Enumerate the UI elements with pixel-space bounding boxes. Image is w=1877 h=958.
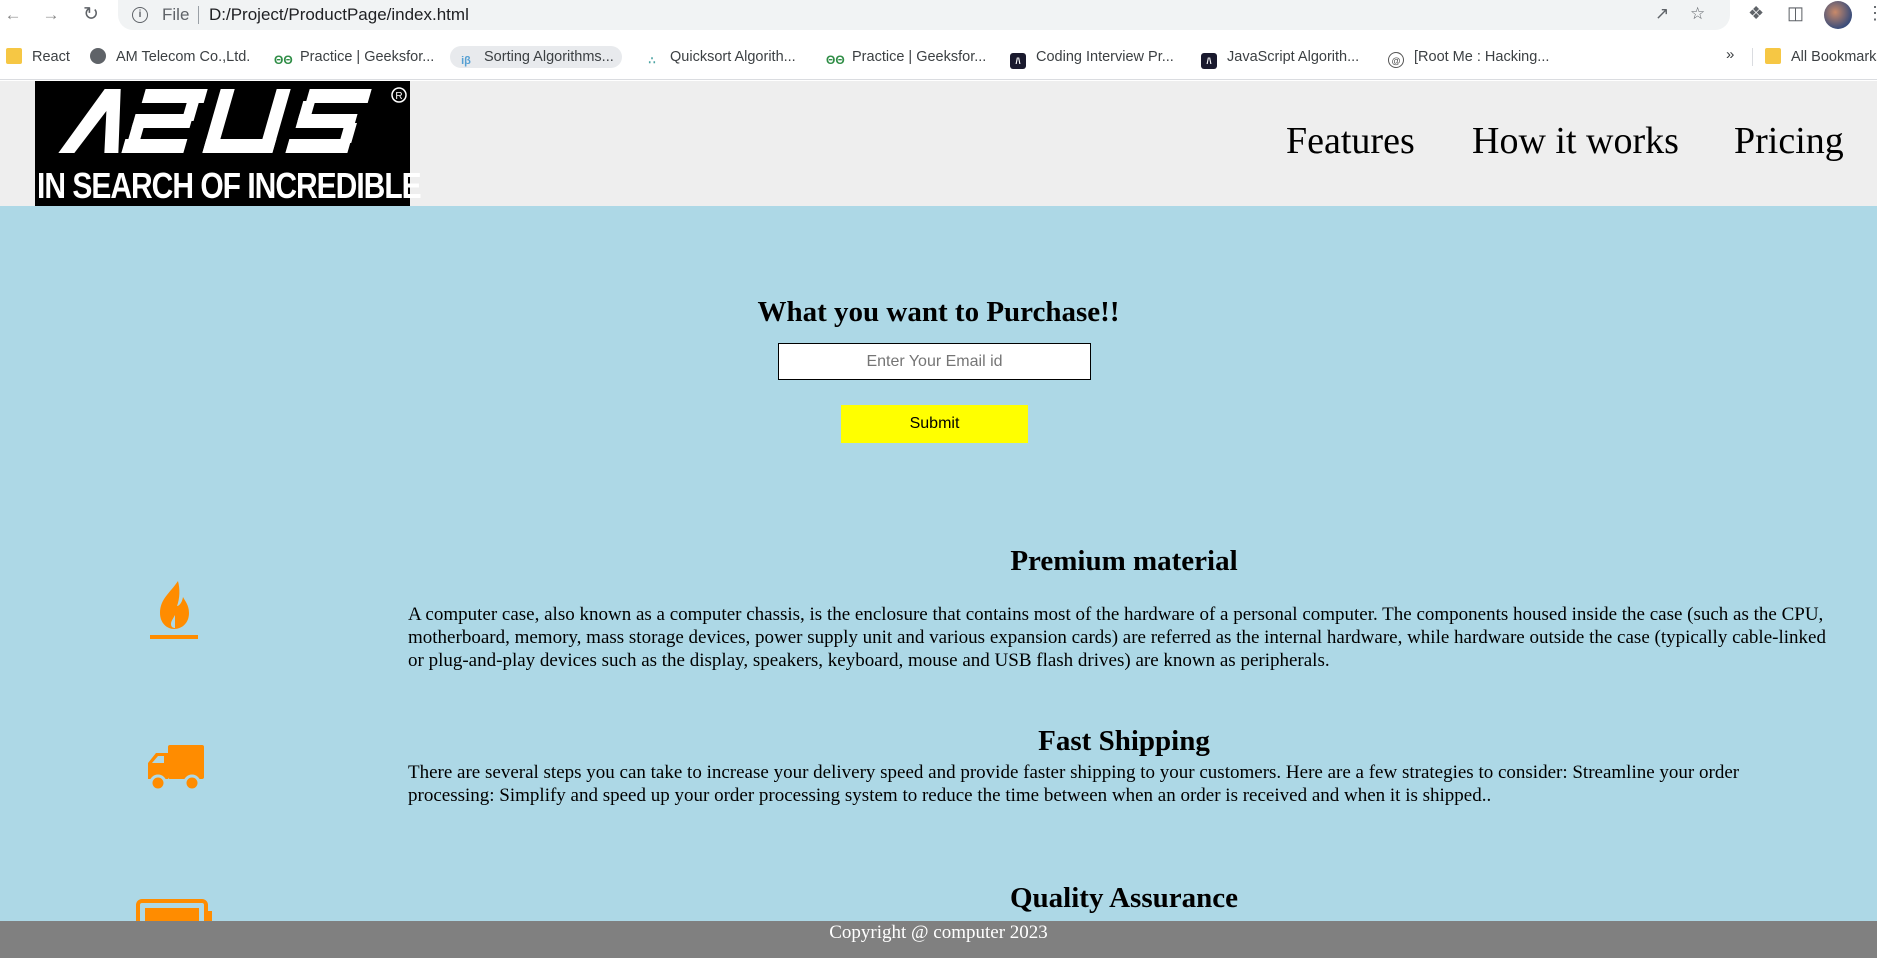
bookmark-label: Practice | Geeksfor... [300, 49, 435, 65]
copyright-text: Copyright @ computer 2023 [829, 922, 1048, 943]
geeksforgeeks-icon: ΘΘ [826, 53, 845, 67]
bookmark-item[interactable]: ∴ Quicksort Algorith... [644, 46, 796, 68]
bookmark-item[interactable]: ΘΘ Practice | Geeksfor... [826, 46, 986, 68]
back-icon[interactable]: ← [2, 4, 24, 26]
address-separator [198, 6, 199, 24]
bookmarks-divider [1752, 48, 1753, 66]
address-bar[interactable]: i File D:/Project/ProductPage/index.html… [118, 0, 1730, 30]
all-bookmarks-button[interactable]: All Bookmarks [1765, 46, 1877, 68]
feature-description: There are several steps you can take to … [408, 762, 1740, 806]
forward-icon[interactable]: → [40, 4, 62, 26]
bookmarks-bar: React AM Telecom Co.,Ltd. ΘΘ Practice | G… [0, 30, 1877, 80]
bookmark-item[interactable]: /\ JavaScript Algorith... [1201, 46, 1360, 69]
page-content: R IN SEARCH OF INCREDIBLE Features How i… [0, 81, 1877, 958]
codinginterview-icon: /\ [1010, 53, 1026, 69]
reload-icon[interactable]: ↻ [80, 4, 102, 26]
nav-link-features[interactable]: Features [1286, 119, 1415, 163]
asus-logo: R IN SEARCH OF INCREDIBLE [35, 81, 422, 207]
svg-text:R: R [395, 91, 402, 102]
bookmark-label: [Root Me : Hacking... [1414, 49, 1550, 65]
site-info-icon[interactable]: i [132, 7, 148, 23]
bookmark-item[interactable]: AM Telecom Co.,Ltd. [90, 46, 250, 68]
address-url[interactable]: D:/Project/ProductPage/index.html [209, 5, 469, 25]
sort-icon: ∴ [648, 55, 656, 67]
fire-icon [150, 581, 198, 639]
bookmark-star-icon[interactable]: ☆ [1690, 4, 1705, 24]
browser-menu-icon[interactable]: ⋮ [1866, 3, 1877, 24]
rootme-icon: @ [1388, 52, 1404, 68]
address-scheme-label: File [162, 5, 190, 24]
site-footer: Copyright @ computer 2023 [0, 921, 1877, 958]
geeksforgeeks-icon: ΘΘ [274, 53, 293, 67]
truck-icon [148, 745, 204, 792]
bookmark-label: AM Telecom Co.,Ltd. [116, 49, 251, 65]
bookmark-label: Sorting Algorithms... [484, 49, 614, 65]
browser-toolbar: ← → ↻ i File D:/Project/ProductPage/inde… [0, 0, 1877, 30]
hero-title: What you want to Purchase!! [757, 296, 1120, 328]
folder-icon [6, 48, 22, 64]
site-header: R IN SEARCH OF INCREDIBLE Features How i… [0, 81, 1877, 207]
bookmark-label: React [32, 49, 70, 65]
bookmark-label: Practice | Geeksfor... [852, 49, 987, 65]
bookmarks-overflow-button[interactable]: » [1726, 46, 1734, 63]
nav-link-how-it-works[interactable]: How it works [1472, 119, 1679, 163]
feature-title: Quality Assurance [1010, 882, 1238, 914]
nav-link-pricing[interactable]: Pricing [1734, 119, 1844, 163]
bookmark-item[interactable]: @ [Root Me : Hacking... [1388, 46, 1549, 68]
bookmark-label: JavaScript Algorith... [1227, 49, 1360, 65]
email-input[interactable] [778, 343, 1091, 380]
codinginterview-icon: /\ [1201, 53, 1217, 69]
feature-description: A computer case, also known as a compute… [408, 604, 1826, 671]
submit-button[interactable]: Submit [841, 405, 1028, 443]
logo-tagline: IN SEARCH OF INCREDIBLE [37, 167, 422, 207]
feature-title: Fast Shipping [1038, 725, 1210, 757]
bookmark-label: Coding Interview Pr... [1036, 49, 1174, 65]
bookmark-item[interactable]: ΘΘ Practice | Geeksfor... [274, 46, 434, 68]
profile-avatar[interactable] [1824, 1, 1852, 29]
extensions-icon[interactable]: ❖ [1748, 3, 1764, 24]
side-panel-icon[interactable]: ◫ [1787, 3, 1804, 24]
ib-icon: iβ [461, 55, 471, 67]
share-icon[interactable]: ↗ [1655, 4, 1669, 24]
bookmark-item[interactable]: React [6, 46, 70, 68]
bookmark-item[interactable]: iβ Sorting Algorithms... [450, 46, 622, 68]
bookmark-item[interactable]: /\ Coding Interview Pr... [1010, 46, 1174, 69]
feature-title: Premium material [1010, 545, 1238, 577]
bookmark-label: Quicksort Algorith... [670, 49, 796, 65]
folder-icon [1765, 48, 1781, 64]
bookmark-label: All Bookmarks [1791, 49, 1877, 65]
globe-icon [90, 48, 106, 64]
